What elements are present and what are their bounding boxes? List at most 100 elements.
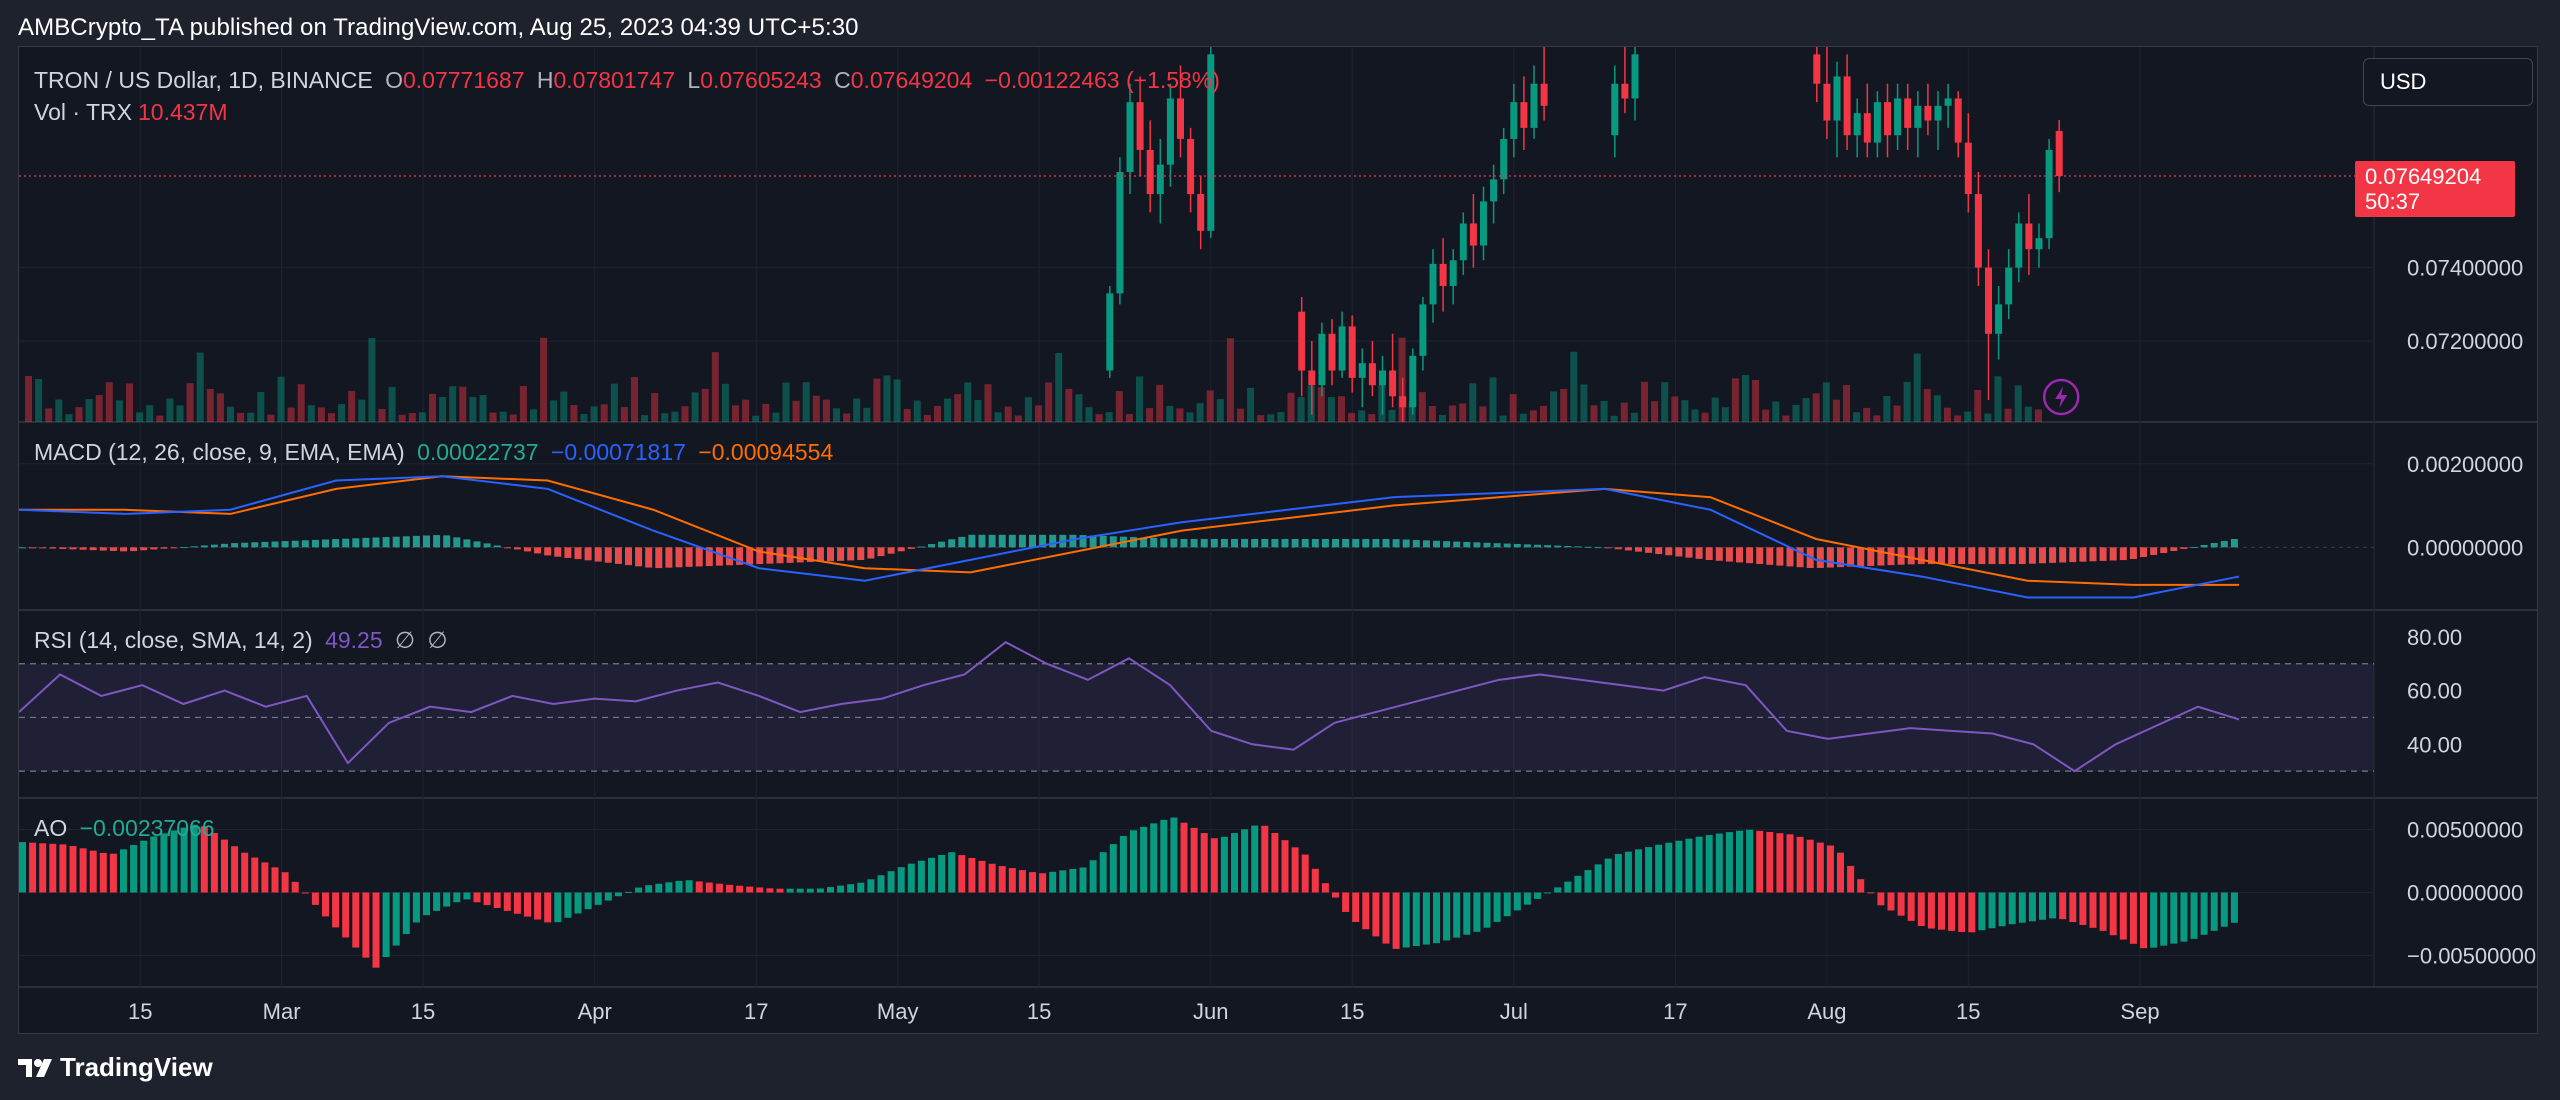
volume-bar [540, 338, 547, 422]
ao-label[interactable]: AO [34, 815, 67, 841]
macd-hist-bar [261, 542, 268, 547]
volume-bar [1035, 405, 1042, 422]
macd-hist-bar [676, 547, 683, 567]
macd-hist-bar [665, 547, 672, 567]
volume-bar [126, 383, 133, 422]
ao-bar [979, 861, 986, 893]
macd-hist-bar [110, 547, 117, 551]
macd-hist-bar [2140, 547, 2147, 557]
volume-bar [469, 397, 476, 422]
volume-bar [631, 377, 638, 422]
candle-body [1531, 84, 1538, 128]
volume-bar [1995, 376, 2002, 422]
volume-bar [1288, 393, 1295, 422]
ao-bar [261, 862, 268, 892]
macd-hist-bar [1978, 547, 1985, 564]
macd-hist-bar [2201, 545, 2208, 547]
candle-body [1329, 334, 1336, 371]
ao-bar [1867, 892, 1874, 893]
macd-hist-bar [1948, 547, 1955, 564]
ao-bar [1221, 837, 1228, 893]
ao-bar [766, 888, 773, 892]
macd-hist-bar [1635, 547, 1642, 551]
volume-bar [1712, 398, 1719, 422]
volume-bar [1247, 388, 1254, 422]
volume-bar [1439, 415, 1446, 422]
macd-hist-bar [968, 535, 975, 548]
macd-hist-bar [1585, 547, 1592, 548]
volume-bar [2005, 409, 2012, 422]
ao-bar [2110, 893, 2117, 936]
ao-bar [645, 885, 652, 892]
volume-bar [197, 353, 204, 422]
candle-body [1127, 102, 1134, 172]
volume-bar [682, 406, 689, 422]
volume-bar [146, 405, 153, 422]
volume-bar [1954, 415, 1961, 422]
ao-bar [676, 881, 683, 893]
x-tick-label: 15 [411, 999, 435, 1024]
macd-hist-bar [1403, 540, 1410, 548]
ao-bar [1211, 838, 1218, 892]
macd-tick-label: 0.00000000 [2407, 535, 2523, 560]
volume-bar [278, 377, 285, 422]
volume-bar [995, 412, 1002, 422]
volume-bar [833, 408, 840, 422]
macd-hist-bar [1009, 535, 1016, 548]
x-tick-label: Jun [1193, 999, 1228, 1024]
symbol-label[interactable]: TRON / US Dollar, 1D, BINANCE [34, 67, 373, 93]
macd-hist-bar [2221, 541, 2228, 547]
macd-hist-bar [100, 547, 107, 550]
volume-bar [772, 413, 779, 422]
macd-hist-bar [2019, 547, 2026, 564]
volume-bar [1863, 408, 1870, 422]
close-label: C [834, 67, 851, 93]
candle-body [1440, 264, 1447, 286]
volume-bar [843, 413, 850, 422]
candle-body [1823, 84, 1830, 121]
candle-body [1500, 139, 1507, 179]
volume-bar [500, 412, 507, 422]
macd-hist-bar [1029, 535, 1036, 548]
macd-hist-bar [494, 545, 501, 547]
macd-hist-bar [1332, 539, 1339, 547]
volume-bar [449, 386, 456, 422]
candle-body [1187, 139, 1194, 194]
rsi-label[interactable]: RSI (14, close, SMA, 14, 2) [34, 627, 313, 653]
macd-label[interactable]: MACD (12, 26, close, 9, EMA, EMA) [34, 439, 405, 465]
ao-bar [484, 893, 491, 906]
volume-bar [2025, 407, 2032, 422]
ao-bar [1564, 882, 1571, 893]
macd-hist-bar [837, 547, 844, 561]
volume-label[interactable]: Vol · TRX [34, 99, 132, 125]
candle-body [1137, 102, 1144, 150]
candle-body [1409, 356, 1416, 407]
ao-bar [1261, 826, 1268, 893]
candle-body [1965, 143, 1972, 194]
ao-bar [272, 867, 279, 892]
ao-bar [1463, 893, 1470, 935]
chart-frame[interactable]: 15Mar15Apr17May15Jun15Jul17Aug15Sep0.074… [18, 46, 2538, 1034]
volume-bar [550, 400, 557, 422]
ao-bar [150, 836, 157, 892]
volume-bar [1924, 389, 1931, 422]
volume-bar [813, 396, 820, 422]
ao-bar [1403, 893, 1410, 948]
macd-hist-bar [1615, 547, 1622, 549]
volume-bar [1823, 382, 1830, 422]
x-tick-label: May [877, 999, 919, 1024]
candle-body [1177, 98, 1184, 138]
ao-bar [1766, 832, 1773, 892]
last-price-tag: 0.07649204 50:37 [2355, 161, 2515, 217]
ao-bar [2029, 893, 2036, 922]
ao-bar [686, 880, 693, 892]
tradingview-brand[interactable]: TradingView [18, 1052, 213, 1083]
ao-bar [1544, 893, 1551, 894]
macd-hist-bar [1110, 536, 1117, 547]
chart-canvas[interactable]: 15Mar15Apr17May15Jun15Jul17Aug15Sep0.074… [19, 47, 2537, 1033]
ao-bar [635, 888, 642, 893]
ao-bar [1797, 837, 1804, 893]
currency-selector[interactable]: USD [2363, 58, 2533, 106]
ao-bar [1423, 893, 1430, 945]
ao-bar [797, 889, 804, 893]
